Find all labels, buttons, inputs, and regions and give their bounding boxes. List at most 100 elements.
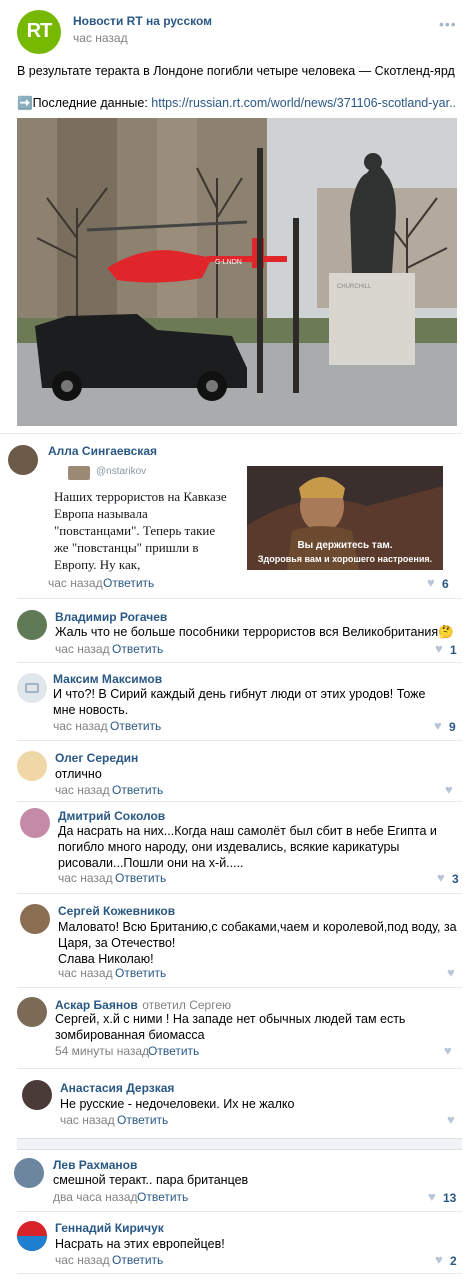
tweet-handle: @nstarikov <box>96 466 147 477</box>
avatar[interactable] <box>17 610 47 640</box>
comment-time[interactable]: час назад <box>55 1253 110 1267</box>
comment-author[interactable]: Дмитрий Соколов <box>58 809 165 823</box>
reply-link[interactable]: Ответить <box>112 783 163 797</box>
tweet-card[interactable]: @nstarikov Наших террористов на Кавказе … <box>48 462 234 572</box>
like-count: 6 <box>442 577 449 591</box>
comment-author[interactable]: Анастасия Дерзкая <box>60 1081 174 1095</box>
separator <box>17 987 462 988</box>
meme-image[interactable]: Вы держитесь там. Здоровья вам и хорошег… <box>247 466 443 570</box>
like-count: 3 <box>452 872 459 886</box>
post-photo[interactable]: G-LNDN CHURCHILL <box>17 118 457 426</box>
comment-text: отлично <box>55 767 102 781</box>
reply-link[interactable]: Ответить <box>117 1113 168 1127</box>
avatar[interactable] <box>20 808 50 838</box>
comment-text: Сергей, х.й с ними ! На западе нет обычн… <box>55 1012 406 1042</box>
post-link-prefix: ➡️Последние данные: <box>17 96 152 110</box>
reply-link[interactable]: Ответить <box>115 966 166 980</box>
avatar[interactable] <box>17 1221 47 1251</box>
post-time[interactable]: час назад <box>73 31 128 45</box>
comment-time[interactable]: час назад <box>58 966 113 980</box>
comment-time[interactable]: час назад <box>53 719 108 733</box>
heart-icon[interactable]: ♥ <box>434 718 442 733</box>
heart-icon[interactable]: ♥ <box>447 965 455 980</box>
comment-time[interactable]: час назад <box>60 1113 115 1127</box>
reply-link[interactable]: Ответить <box>115 871 166 885</box>
heart-icon[interactable]: ♥ <box>427 575 435 590</box>
avatar[interactable] <box>17 673 47 703</box>
heart-icon[interactable]: ♥ <box>428 1189 436 1204</box>
reply-link[interactable]: Ответить <box>137 1190 188 1204</box>
heart-icon[interactable]: ♥ <box>437 870 445 885</box>
like-count: 9 <box>449 720 456 734</box>
like-count: 13 <box>443 1191 457 1205</box>
avatar[interactable] <box>8 445 38 475</box>
comment-text: смешной теракт.. пара британцев <box>53 1173 249 1187</box>
comment-text: Да насрать на них...Когда наш самолёт бы… <box>58 824 437 870</box>
flag-stripe <box>17 1236 47 1251</box>
helicopter-registration: G-LNDN <box>215 259 242 266</box>
comment-time[interactable]: час назад <box>55 642 110 656</box>
comment-author[interactable]: Олег Середин <box>55 751 138 765</box>
comment-text: И что?! В Сирий каждый день гибнут люди … <box>53 687 426 717</box>
comment-time[interactable]: час назад <box>48 576 103 590</box>
meme-caption-line1: Вы держитесь там. <box>297 540 393 551</box>
tweet-text: Наших террористов на Кавказе Европа назы… <box>54 489 227 572</box>
comment-author[interactable]: Сергей Кожевников <box>58 904 175 918</box>
heart-icon[interactable]: ♥ <box>435 1252 443 1267</box>
comment-text: Жаль что не больше пособники террористов… <box>55 625 454 639</box>
post-more-icon[interactable]: ••• <box>439 16 457 32</box>
heart-icon[interactable]: ♥ <box>444 1043 452 1058</box>
tweet-avatar <box>68 466 90 480</box>
reply-link[interactable]: Ответить <box>112 1253 163 1267</box>
statue-inscription: CHURCHILL <box>337 284 372 290</box>
separator <box>17 662 462 663</box>
comment-time[interactable]: час назад <box>58 871 113 885</box>
avatar[interactable] <box>20 904 50 934</box>
separator <box>17 1273 462 1274</box>
avatar[interactable] <box>17 751 47 781</box>
comment-text-line2: Слава Николаю! <box>58 952 154 966</box>
avatar[interactable] <box>14 1158 44 1188</box>
thread-divider <box>17 1138 462 1150</box>
post-link[interactable]: https://russian.rt.com/world/news/371106… <box>151 96 456 110</box>
rt-logo-text: RT <box>26 20 53 42</box>
comment-author[interactable]: Алла Сингаевская <box>48 444 157 458</box>
separator <box>17 740 462 741</box>
reply-target[interactable]: ответил Сергею <box>142 998 231 1012</box>
camera-icon <box>25 683 39 693</box>
avatar[interactable] <box>22 1080 52 1110</box>
comment-author[interactable]: Лев Рахманов <box>53 1158 137 1172</box>
post-text: В результате теракта в Лондоне погибли ч… <box>17 64 455 78</box>
heart-icon[interactable]: ♥ <box>435 641 443 656</box>
comment-author[interactable]: Аскар Баянов <box>55 998 138 1012</box>
comment-author[interactable]: Геннадий Киричук <box>55 1221 164 1235</box>
reply-link[interactable]: Ответить <box>110 719 161 733</box>
rt-logo-avatar[interactable]: RT <box>17 10 61 54</box>
post-author[interactable]: Новости RT на русском <box>73 14 212 28</box>
separator <box>17 1211 462 1212</box>
like-count: 1 <box>450 643 457 657</box>
comment-time[interactable]: два часа назад <box>53 1190 138 1204</box>
london-scene-image: G-LNDN CHURCHILL <box>17 118 457 426</box>
comment-text: Насрать на этих европейцев! <box>55 1237 225 1251</box>
comment-author[interactable]: Владимир Рогачев <box>55 610 167 624</box>
comment-time[interactable]: час назад <box>55 783 110 797</box>
like-count: 2 <box>450 1254 457 1268</box>
comment-time[interactable]: 54 минуты назад <box>55 1044 149 1058</box>
reply-link[interactable]: Ответить <box>148 1044 199 1058</box>
heart-icon[interactable]: ♥ <box>447 1112 455 1127</box>
comment-text: Маловато! Всю Британию,с собаками,чаем и… <box>58 920 457 950</box>
separator <box>17 1068 462 1069</box>
comment-text: Не русские - недочеловеки. Их не жалко <box>60 1097 295 1111</box>
reply-link[interactable]: Ответить <box>112 642 163 656</box>
post-link-line: ➡️Последние данные: https://russian.rt.c… <box>17 95 462 111</box>
comment-author[interactable]: Максим Максимов <box>53 672 162 686</box>
meme-caption-line2: Здоровья вам и хорошего настроения. <box>257 554 433 564</box>
avatar[interactable] <box>17 997 47 1027</box>
separator <box>17 801 462 802</box>
reply-link[interactable]: Ответить <box>103 576 154 590</box>
separator <box>0 433 462 434</box>
heart-icon[interactable]: ♥ <box>445 782 453 797</box>
separator <box>17 598 462 599</box>
separator <box>17 893 462 894</box>
